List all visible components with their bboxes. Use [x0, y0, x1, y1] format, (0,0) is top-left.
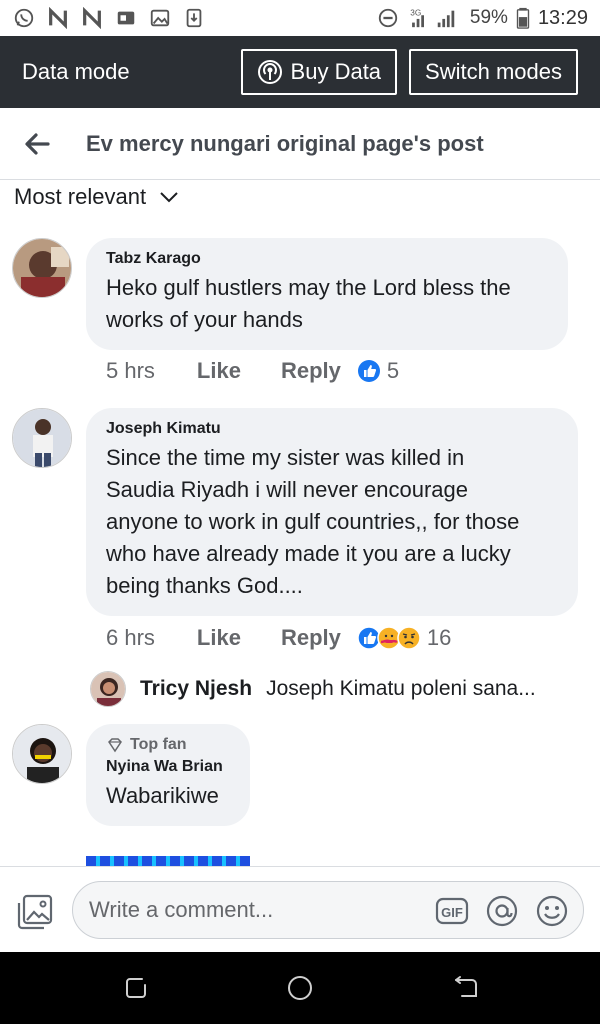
notification-n-icon — [46, 7, 70, 29]
top-fan-label: Top fan — [130, 736, 187, 753]
comment-bubble[interactable]: Joseph Kimatu Since the time my sister w… — [86, 408, 578, 616]
back-arrow-icon[interactable] — [22, 129, 52, 159]
system-nav-bar — [0, 952, 600, 1024]
comment-text: Heko gulf hustlers may the Lord bless th… — [106, 275, 511, 332]
like-reaction-icon — [357, 359, 381, 383]
commenter-name[interactable]: Tabz Karago — [106, 250, 548, 268]
reply-preview[interactable]: Tricy Njesh Joseph Kimatu poleni sana... — [90, 670, 536, 708]
data-mode-label: Data mode — [22, 59, 130, 84]
svg-text:GIF: GIF — [441, 905, 463, 920]
comment-text: Wabarikiwe — [106, 783, 219, 808]
sim-icon — [114, 7, 138, 29]
data-mode-bar: Data mode Buy Data Switch modes — [0, 36, 600, 108]
comment-composer: Write a comment... GIF — [0, 866, 600, 952]
comment-actions: 6 hrs Like Reply 16 — [106, 625, 451, 651]
home-icon[interactable] — [286, 974, 314, 1002]
signal-icon: 3G — [408, 7, 462, 29]
comment-bubble[interactable]: Tabz Karago Heko gulf hustlers may the L… — [86, 238, 568, 350]
page-title: Ev mercy nungari original page's post — [86, 130, 484, 156]
post-header: Ev mercy nungari original page's post — [0, 108, 600, 180]
comment-placeholder: Write a comment... — [89, 897, 274, 922]
comment-actions: 5 hrs Like Reply 5 — [106, 358, 399, 384]
download-icon — [182, 7, 206, 29]
svg-text:3G: 3G — [410, 8, 421, 17]
like-button[interactable]: Like — [197, 625, 241, 651]
sort-dropdown[interactable]: Most relevant — [14, 182, 180, 212]
comment-bubble[interactable]: Top fan Nyina Wa Brian Wabarikiwe — [86, 724, 250, 826]
comment-time: 5 hrs — [106, 358, 155, 383]
avatar[interactable] — [90, 671, 126, 707]
reaction-count: 16 — [426, 625, 452, 650]
reply-author-name[interactable]: Tricy Njesh — [140, 677, 252, 701]
reactions[interactable] — [357, 359, 380, 383]
reaction-count: 5 — [386, 358, 400, 383]
notification-n-icon-2 — [80, 7, 104, 29]
back-nav-icon[interactable] — [452, 974, 480, 1002]
recent-apps-icon[interactable] — [122, 974, 150, 1002]
chevron-down-icon — [158, 186, 180, 208]
gif-icon[interactable]: GIF — [435, 894, 469, 928]
buy-data-label: Buy Data — [290, 59, 382, 84]
sort-label: Most relevant — [14, 184, 147, 209]
avatar[interactable] — [12, 408, 72, 468]
commenter-name[interactable]: Nyina Wa Brian — [106, 758, 230, 776]
reply-button[interactable]: Reply — [281, 625, 341, 651]
clock: 13:29 — [537, 6, 588, 29]
avatar[interactable] — [12, 238, 72, 298]
reply-button[interactable]: Reply — [281, 358, 341, 384]
buy-data-button[interactable]: Buy Data — [240, 49, 398, 95]
battery-percent: 59% — [469, 7, 508, 28]
broadcast-icon — [257, 59, 283, 85]
commenter-name[interactable]: Joseph Kimatu — [106, 420, 558, 438]
status-bar: 3G 59% 13:29 — [0, 0, 600, 36]
battery-icon — [516, 7, 530, 29]
comment-text: Since the time my sister was killed in S… — [106, 445, 520, 598]
comment-input[interactable]: Write a comment... GIF — [72, 881, 584, 939]
reactions[interactable] — [357, 626, 421, 650]
mention-icon[interactable] — [485, 894, 519, 928]
like-button[interactable]: Like — [197, 358, 241, 384]
switch-modes-label: Switch modes — [425, 59, 562, 84]
sad-reaction-icon — [397, 626, 421, 650]
photo-icon[interactable] — [16, 893, 54, 931]
avatar[interactable] — [12, 724, 72, 784]
top-fan-badge: Top fan — [106, 736, 230, 754]
gallery-icon — [148, 7, 172, 29]
comment-time: 6 hrs — [106, 625, 155, 650]
reply-text: Joseph Kimatu poleni sana... — [266, 677, 536, 700]
emoji-icon[interactable] — [535, 894, 569, 928]
switch-modes-button[interactable]: Switch modes — [409, 49, 578, 95]
whatsapp-icon — [12, 7, 36, 29]
dnd-icon — [376, 7, 400, 29]
diamond-icon — [106, 736, 124, 754]
